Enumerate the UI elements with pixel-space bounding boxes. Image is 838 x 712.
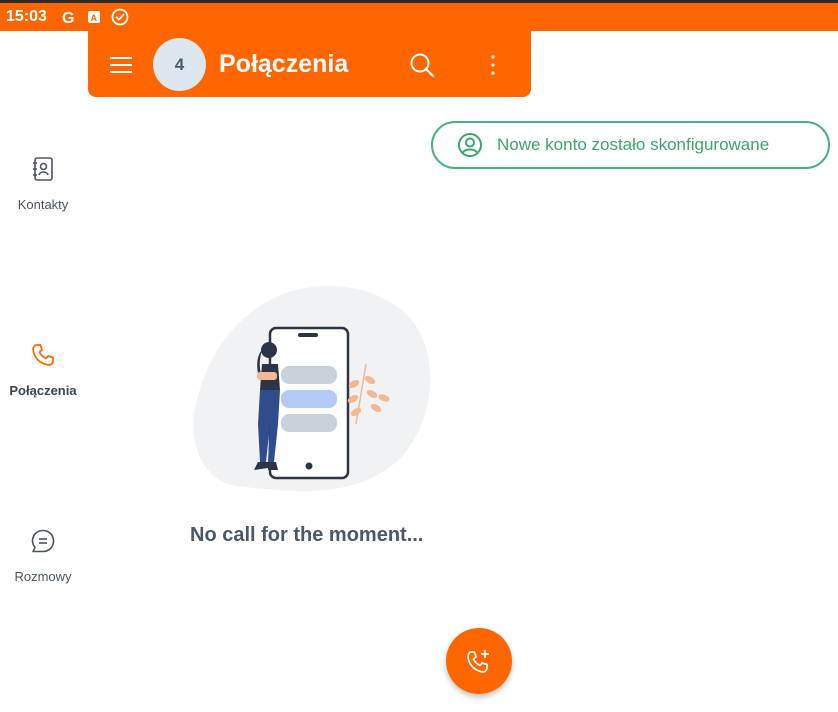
new-call-button[interactable]: [446, 628, 512, 694]
chat-bubble-icon: [29, 527, 57, 555]
search-button[interactable]: [408, 51, 436, 79]
nav-item-polaczenia[interactable]: Połączenia: [0, 341, 86, 398]
phone-plus-icon: [467, 650, 489, 673]
more-vert-icon: [491, 55, 495, 75]
status-time: 15:03: [6, 8, 47, 25]
more-options-button[interactable]: [481, 51, 505, 79]
check-circle-icon: [111, 8, 129, 26]
status-bar: 15:03 G A: [0, 3, 838, 31]
nav-item-rozmowy[interactable]: Rozmowy: [0, 527, 86, 584]
svg-text:A: A: [90, 13, 97, 23]
menu-button[interactable]: [108, 52, 134, 78]
avatar[interactable]: 4: [153, 38, 206, 91]
page-title: Połączenia: [219, 50, 349, 78]
nav-label-rozmowy: Rozmowy: [14, 569, 72, 584]
phone-icon: [29, 341, 57, 369]
nav-label-kontakty: Kontakty: [17, 197, 69, 212]
contacts-book-icon: [29, 155, 57, 183]
account-configured-toast: Nowe konto zostało skonfigurowane: [431, 121, 830, 169]
search-icon: [410, 53, 435, 78]
toast-text: Nowe konto zostało skonfigurowane: [497, 135, 770, 154]
menu-icon: [110, 57, 132, 73]
svg-text:G: G: [62, 10, 74, 25]
avatar-count: 4: [174, 54, 185, 74]
a-badge-icon: A: [87, 10, 101, 24]
account-circle-icon: [457, 132, 483, 158]
google-icon: G: [61, 9, 77, 25]
nav-label-polaczenia: Połączenia: [9, 383, 77, 398]
empty-state-message: No call for the moment...: [190, 524, 424, 546]
nav-item-kontakty[interactable]: Kontakty: [0, 155, 86, 212]
empty-calls-illustration: [193, 286, 431, 492]
